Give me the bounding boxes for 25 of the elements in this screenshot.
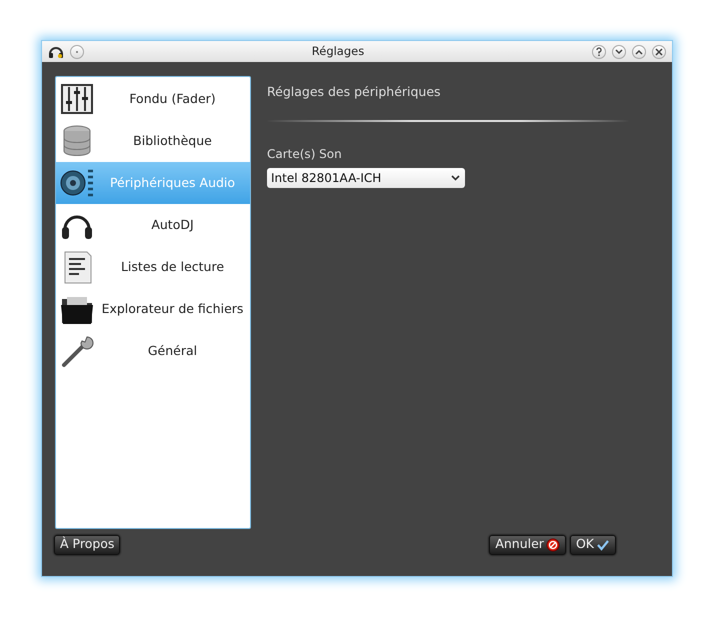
chevron-down-icon xyxy=(615,48,623,55)
ok-button[interactable]: OK xyxy=(570,534,616,555)
section-heading: Réglages des périphériques xyxy=(267,83,442,102)
cancel-button[interactable]: Annuler xyxy=(489,534,566,555)
cancel-icon xyxy=(546,538,560,552)
category-item[interactable]: Bibliothèque xyxy=(56,120,250,162)
about-button[interactable]: À Propos xyxy=(54,534,120,555)
close-button[interactable] xyxy=(652,44,666,59)
category-item[interactable]: AutoDJ xyxy=(56,204,250,246)
help-icon xyxy=(595,47,603,56)
category-item[interactable]: Fondu (Fader) xyxy=(56,78,250,120)
close-icon xyxy=(655,48,663,56)
maximize-button[interactable] xyxy=(632,44,646,59)
category-item[interactable]: Listes de lecture xyxy=(56,246,250,288)
headphones-icon xyxy=(48,44,64,59)
minimize-button[interactable] xyxy=(612,44,626,59)
checkmark-icon xyxy=(596,538,610,551)
chevron-up-icon xyxy=(635,48,643,55)
category-item[interactable]: Général xyxy=(56,330,250,372)
sound-card-dropdown[interactable]: Intel 82801AA-ICH xyxy=(267,168,465,188)
category-item[interactable]: Explorateur de fichiers xyxy=(56,288,250,330)
window-title: Réglages xyxy=(310,42,366,60)
caret-icon xyxy=(451,174,460,181)
help-button[interactable] xyxy=(592,44,606,59)
field-label: Carte(s) Son xyxy=(267,146,343,163)
